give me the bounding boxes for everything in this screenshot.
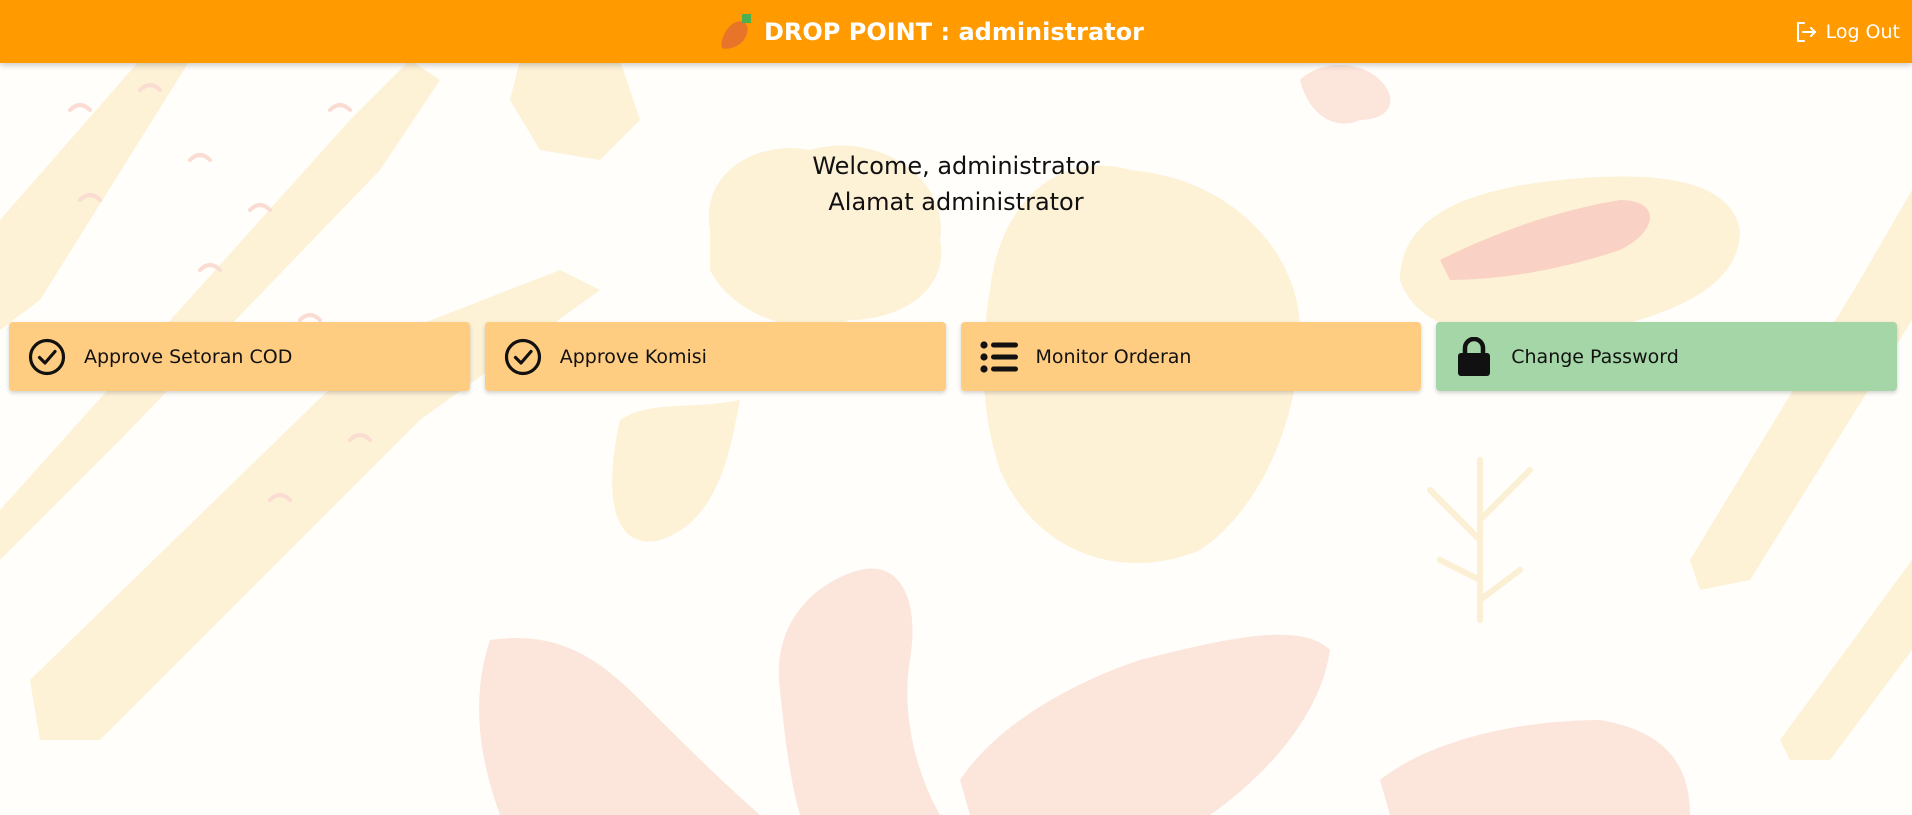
background-illustration	[0, 60, 1912, 815]
page: DROP POINT : administrator Log Out Welco…	[0, 0, 1912, 815]
app-title: DROP POINT : administrator	[764, 17, 1144, 46]
list-icon	[979, 338, 1018, 376]
action-label: Approve Komisi	[559, 345, 707, 368]
monitor-orderan-button[interactable]: Monitor Orderan	[960, 322, 1422, 391]
lock-icon	[1455, 336, 1493, 376]
action-label: Monitor Orderan	[1035, 345, 1192, 368]
check-circle-icon	[504, 338, 542, 376]
carrot-logo-icon	[721, 13, 751, 49]
change-password-button[interactable]: Change Password	[1436, 322, 1897, 391]
logout-button[interactable]: Log Out	[1794, 0, 1900, 63]
brand: DROP POINT : administrator	[716, 0, 1144, 63]
logout-label: Log Out	[1825, 20, 1900, 43]
action-label: Change Password	[1511, 345, 1679, 368]
welcome-block: Welcome, administrator Alamat administra…	[0, 148, 1912, 220]
action-label: Approve Setoran COD	[84, 345, 293, 368]
top-app-bar: DROP POINT : administrator Log Out	[0, 0, 1912, 63]
address-line: Alamat administrator	[828, 188, 1084, 216]
welcome-heading: Welcome, administrator	[812, 152, 1100, 180]
check-circle-icon	[28, 338, 66, 376]
approve-komisi-button[interactable]: Approve Komisi	[484, 322, 946, 391]
action-menu: Approve Setoran COD Approve Komisi Monit…	[9, 322, 1897, 392]
logout-icon	[1796, 21, 1816, 42]
approve-setoran-cod-button[interactable]: Approve Setoran COD	[9, 322, 470, 391]
